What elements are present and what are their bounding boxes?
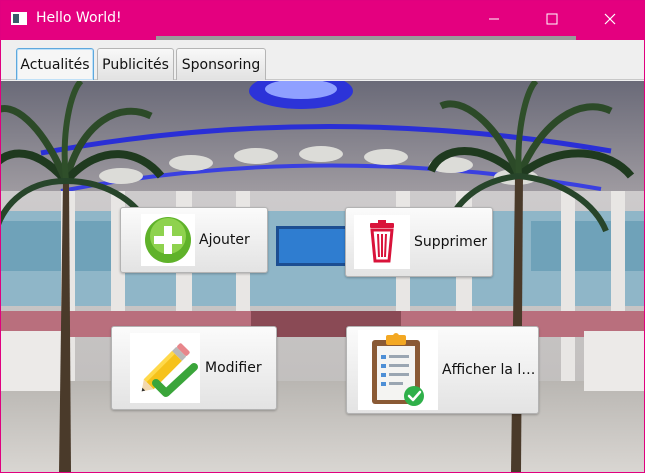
- window-title: Hello World!: [36, 10, 122, 26]
- pencil-icon: [130, 333, 200, 403]
- tab-publicites[interactable]: Publicités: [97, 48, 174, 80]
- background-photo: [1, 81, 644, 472]
- plus-icon: [141, 214, 195, 266]
- edit-button[interactable]: Modifier: [111, 326, 277, 410]
- show-list-button-label: Afficher la li...: [442, 362, 536, 378]
- add-button-label: Ajouter: [199, 232, 250, 248]
- tab-content: Ajouter Supprimer Modifier Afficher la l…: [1, 81, 644, 472]
- maximize-button[interactable]: [529, 1, 575, 36]
- tab-bar: Actualités Publicités Sponsoring: [1, 40, 644, 80]
- edit-button-label: Modifier: [205, 360, 262, 376]
- close-icon: [604, 13, 616, 24]
- minimize-icon: [489, 18, 499, 19]
- maximize-icon: [546, 13, 558, 24]
- add-button[interactable]: Ajouter: [120, 207, 268, 273]
- app-window: Hello World! Actualités Publicités Spons…: [0, 0, 645, 473]
- clipboard-check-icon: [358, 330, 438, 410]
- app-icon: [11, 12, 27, 25]
- show-list-button[interactable]: Afficher la li...: [346, 326, 539, 414]
- tab-actualites[interactable]: Actualités: [16, 48, 94, 80]
- delete-button-label: Supprimer: [414, 234, 488, 250]
- delete-button[interactable]: Supprimer: [345, 207, 493, 277]
- title-bar[interactable]: Hello World!: [1, 1, 644, 36]
- tab-sponsoring[interactable]: Sponsoring: [176, 48, 266, 80]
- trash-icon: [354, 215, 410, 269]
- close-button[interactable]: [587, 1, 633, 36]
- minimize-button[interactable]: [471, 1, 517, 36]
